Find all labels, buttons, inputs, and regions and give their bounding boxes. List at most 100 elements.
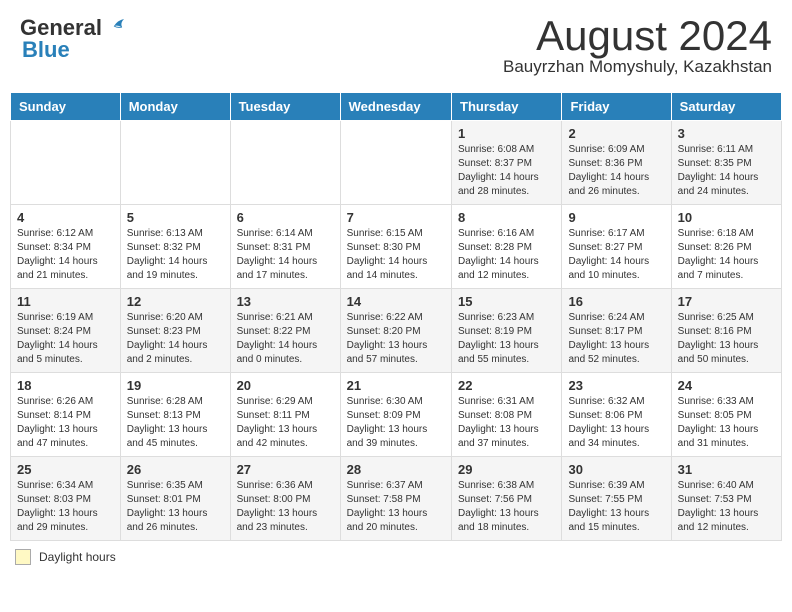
day-info: Sunrise: 6:34 AM Sunset: 8:03 PM Dayligh… [17,479,114,535]
legend-box [15,549,31,565]
page-title: August 2024 [503,15,772,57]
calendar-cell: 9 Sunrise: 6:17 AM Sunset: 8:27 PM Daylig… [562,205,671,289]
calendar-cell: 5 Sunrise: 6:13 AM Sunset: 8:32 PM Daylig… [120,205,230,289]
calendar-cell: 24 Sunrise: 6:33 AM Sunset: 8:05 PM Dayli… [671,373,781,457]
day-number: 22 [458,378,555,393]
day-info: Sunrise: 6:37 AM Sunset: 7:58 PM Dayligh… [347,479,445,535]
day-info: Sunrise: 6:11 AM Sunset: 8:35 PM Dayligh… [678,143,775,199]
day-info: Sunrise: 6:26 AM Sunset: 8:14 PM Dayligh… [17,395,114,451]
calendar-cell: 14 Sunrise: 6:22 AM Sunset: 8:20 PM Dayli… [340,289,451,373]
day-number: 17 [678,294,775,309]
day-number: 24 [678,378,775,393]
day-number: 7 [347,210,445,225]
calendar-week-row: 11Sunrise: 6:19 AM Sunset: 8:24 PM Dayli… [11,289,782,373]
day-number: 29 [458,462,555,477]
day-number: 28 [347,462,445,477]
calendar-cell: 20 Sunrise: 6:29 AM Sunset: 8:11 PM Dayli… [230,373,340,457]
day-number: 25 [17,462,114,477]
calendar-cell: 19 Sunrise: 6:28 AM Sunset: 8:13 PM Dayli… [120,373,230,457]
day-number: 11 [17,294,114,309]
day-of-week-header: Friday [562,93,671,121]
calendar-cell: 17Sunrise: 6:25 AM Sunset: 8:16 PM Dayli… [671,289,781,373]
calendar-table: SundayMondayTuesdayWednesdayThursdayFrid… [10,92,782,541]
day-of-week-header: Saturday [671,93,781,121]
day-number: 4 [17,210,114,225]
day-info: Sunrise: 6:36 AM Sunset: 8:00 PM Dayligh… [237,479,334,535]
day-number: 6 [237,210,334,225]
calendar-cell: 1 Sunrise: 6:08 AM Sunset: 8:37 PM Daylig… [452,121,562,205]
day-of-week-header: Wednesday [340,93,451,121]
day-info: Sunrise: 6:18 AM Sunset: 8:26 PM Dayligh… [678,227,775,283]
calendar-cell: 16Sunrise: 6:24 AM Sunset: 8:17 PM Dayli… [562,289,671,373]
day-number: 26 [127,462,224,477]
calendar-cell: 2Sunrise: 6:09 AM Sunset: 8:36 PM Daylig… [562,121,671,205]
calendar-cell: 4Sunrise: 6:12 AM Sunset: 8:34 PM Daylig… [11,205,121,289]
calendar-cell [340,121,451,205]
day-info: Sunrise: 6:08 AM Sunset: 8:37 PM Dayligh… [458,143,555,199]
day-number: 9 [568,210,664,225]
day-info: Sunrise: 6:29 AM Sunset: 8:11 PM Dayligh… [237,395,334,451]
calendar-header-row: SundayMondayTuesdayWednesdayThursdayFrid… [11,93,782,121]
day-info: Sunrise: 6:33 AM Sunset: 8:05 PM Dayligh… [678,395,775,451]
day-number: 5 [127,210,224,225]
logo-text-blue: Blue [20,37,70,63]
calendar-cell: 11Sunrise: 6:19 AM Sunset: 8:24 PM Dayli… [11,289,121,373]
day-of-week-header: Monday [120,93,230,121]
day-info: Sunrise: 6:16 AM Sunset: 8:28 PM Dayligh… [458,227,555,283]
day-number: 12 [127,294,224,309]
calendar-cell: 23 Sunrise: 6:32 AM Sunset: 8:06 PM Dayli… [562,373,671,457]
day-number: 31 [678,462,775,477]
day-info: Sunrise: 6:21 AM Sunset: 8:22 PM Dayligh… [237,311,334,367]
calendar-cell [11,121,121,205]
calendar-cell: 12 Sunrise: 6:20 AM Sunset: 8:23 PM Dayli… [120,289,230,373]
page-subtitle: Bauyrzhan Momyshuly, Kazakhstan [503,57,772,77]
footer: Daylight hours [10,549,782,565]
day-info: Sunrise: 6:22 AM Sunset: 8:20 PM Dayligh… [347,311,445,367]
day-info: Sunrise: 6:15 AM Sunset: 8:30 PM Dayligh… [347,227,445,283]
day-info: Sunrise: 6:20 AM Sunset: 8:23 PM Dayligh… [127,311,224,367]
day-info: Sunrise: 6:14 AM Sunset: 8:31 PM Dayligh… [237,227,334,283]
day-number: 27 [237,462,334,477]
day-info: Sunrise: 6:30 AM Sunset: 8:09 PM Dayligh… [347,395,445,451]
day-info: Sunrise: 6:31 AM Sunset: 8:08 PM Dayligh… [458,395,555,451]
day-of-week-header: Sunday [11,93,121,121]
calendar-cell: 7 Sunrise: 6:15 AM Sunset: 8:30 PM Daylig… [340,205,451,289]
calendar-cell: 3 Sunrise: 6:11 AM Sunset: 8:35 PM Daylig… [671,121,781,205]
day-number: 15 [458,294,555,309]
calendar-cell: 18 Sunrise: 6:26 AM Sunset: 8:14 PM Dayli… [11,373,121,457]
day-info: Sunrise: 6:38 AM Sunset: 7:56 PM Dayligh… [458,479,555,535]
calendar-cell: 21 Sunrise: 6:30 AM Sunset: 8:09 PM Dayli… [340,373,451,457]
day-number: 1 [458,126,555,141]
day-of-week-header: Tuesday [230,93,340,121]
day-number: 16 [568,294,664,309]
day-number: 19 [127,378,224,393]
calendar-cell: 31Sunrise: 6:40 AM Sunset: 7:53 PM Dayli… [671,457,781,541]
calendar-cell: 29 Sunrise: 6:38 AM Sunset: 7:56 PM Dayli… [452,457,562,541]
day-info: Sunrise: 6:28 AM Sunset: 8:13 PM Dayligh… [127,395,224,451]
day-number: 13 [237,294,334,309]
calendar-week-row: 25 Sunrise: 6:34 AM Sunset: 8:03 PM Dayli… [11,457,782,541]
day-number: 21 [347,378,445,393]
day-info: Sunrise: 6:09 AM Sunset: 8:36 PM Dayligh… [568,143,664,199]
calendar-cell: 10 Sunrise: 6:18 AM Sunset: 8:26 PM Dayli… [671,205,781,289]
day-info: Sunrise: 6:39 AM Sunset: 7:55 PM Dayligh… [568,479,664,535]
day-of-week-header: Thursday [452,93,562,121]
day-number: 10 [678,210,775,225]
day-info: Sunrise: 6:32 AM Sunset: 8:06 PM Dayligh… [568,395,664,451]
day-info: Sunrise: 6:17 AM Sunset: 8:27 PM Dayligh… [568,227,664,283]
calendar-week-row: 1 Sunrise: 6:08 AM Sunset: 8:37 PM Daylig… [11,121,782,205]
legend-label: Daylight hours [39,550,116,564]
page-header: General Blue August 2024 Bauyrzhan Momys… [10,10,782,82]
calendar-cell [230,121,340,205]
logo-bird-icon [104,18,126,38]
calendar-cell: 30Sunrise: 6:39 AM Sunset: 7:55 PM Dayli… [562,457,671,541]
day-number: 14 [347,294,445,309]
day-number: 3 [678,126,775,141]
day-number: 23 [568,378,664,393]
logo: General Blue [20,15,126,63]
day-number: 18 [17,378,114,393]
day-info: Sunrise: 6:13 AM Sunset: 8:32 PM Dayligh… [127,227,224,283]
calendar-cell: 26Sunrise: 6:35 AM Sunset: 8:01 PM Dayli… [120,457,230,541]
calendar-cell: 8Sunrise: 6:16 AM Sunset: 8:28 PM Daylig… [452,205,562,289]
day-number: 20 [237,378,334,393]
